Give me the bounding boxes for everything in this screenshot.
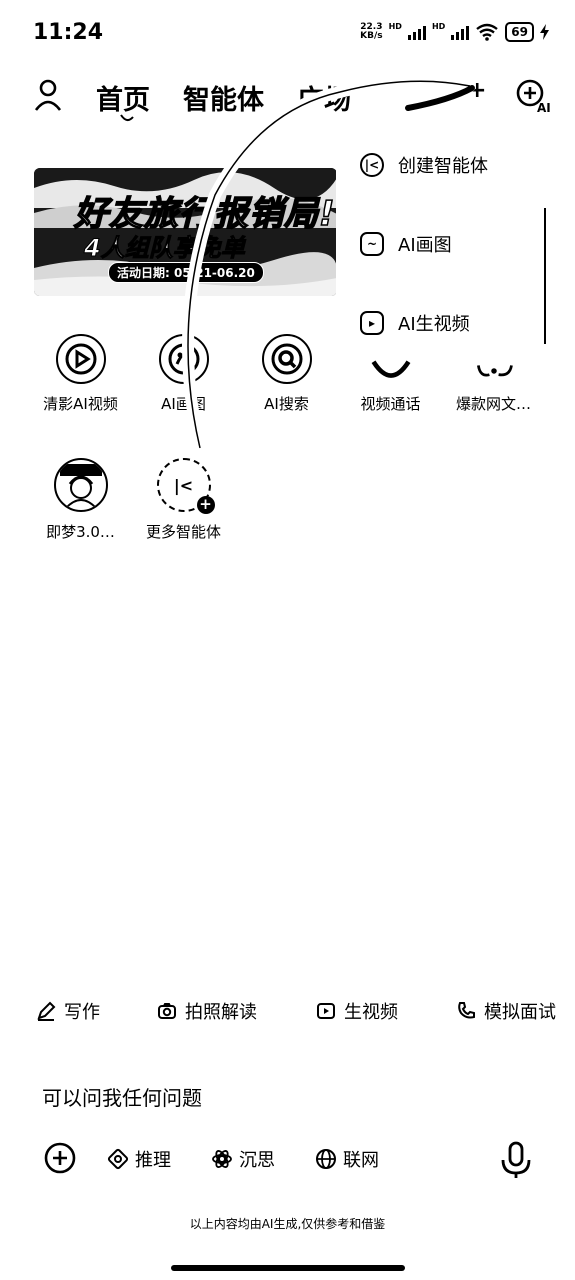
hd-label: HD (388, 21, 402, 31)
chat-input[interactable]: 可以问我任何问题 (42, 1082, 202, 1111)
chip-label: 生视频 (344, 1002, 398, 1023)
agent-qingying-video[interactable]: 清影AI视频 (28, 334, 133, 414)
agent-label: 爆款网文… (455, 395, 531, 413)
charging-icon (540, 24, 549, 40)
network-speed: 22.3 KB/s (360, 23, 382, 41)
tool-web-search[interactable]: 联网 (315, 1146, 379, 1172)
tab-home[interactable]: 首页 (96, 78, 150, 117)
signal-icon (407, 24, 426, 40)
agent-label: 清影AI视频 (43, 395, 118, 413)
globe-icon (316, 1149, 336, 1169)
status-indicators: 22.3 KB/s HD HD 69 (360, 22, 549, 42)
menu-item-label: 创建智能体 (398, 156, 488, 177)
chip-label: 拍照解读 (185, 1002, 257, 1023)
banner-date: 活动日期: 05.21-06.20 (108, 262, 264, 283)
add-attachment-icon[interactable] (44, 1142, 76, 1174)
tab-home-indicator (120, 114, 134, 121)
create-menu: |< 创建智能体 ~ AI画图 ▸ AI生视频 (336, 124, 575, 354)
battery-indicator: 69 (505, 22, 534, 42)
paint-icon (158, 334, 209, 384)
tool-reasoning[interactable]: 推理 (107, 1146, 171, 1172)
agent-label: 更多智能体 (145, 523, 221, 541)
network-speed-unit: KB/s (360, 31, 383, 41)
play-icon (55, 334, 106, 384)
hd-label-2: HD (431, 21, 446, 31)
status-time: 11:24 (33, 20, 104, 45)
menu-item-create-agent[interactable]: |< 创建智能体 (360, 152, 488, 178)
chip-mock-interview[interactable]: 模拟面试 (456, 998, 556, 1024)
chip-label: 模拟面试 (484, 1002, 556, 1023)
tool-deep-think[interactable]: 沉思 (211, 1146, 275, 1172)
menu-item-label: AI画图 (398, 235, 452, 256)
video-icon (317, 1003, 335, 1019)
promo-banner[interactable]: 好友旅行报销局! 4人组队享免单 活动日期: 05.21-06.20 (34, 168, 337, 296)
agent-label: 视频通话 (360, 395, 421, 413)
svg-text:AI: AI (537, 101, 551, 114)
agent-create-icon: |< (360, 153, 384, 177)
chip-generate-video[interactable]: 生视频 (316, 998, 398, 1024)
chip-label: 写作 (64, 1002, 100, 1023)
video-icon: ▸ (360, 311, 384, 335)
banner-subtitle: 4人组队享免单 (84, 234, 246, 263)
tool-label: 联网 (343, 1150, 379, 1171)
tab-agents[interactable]: 智能体 (183, 78, 264, 117)
menu-item-label: AI生视频 (398, 314, 470, 335)
tab-square[interactable]: 广场 (297, 78, 352, 117)
microphone-icon[interactable] (498, 1140, 534, 1180)
menu-item-ai-paint[interactable]: ~ AI画图 (360, 231, 452, 257)
pen-icon (37, 1001, 56, 1021)
think-icon (212, 1150, 232, 1168)
signal-icon-2 (451, 24, 470, 40)
tool-label: 沉思 (239, 1150, 275, 1171)
agent-more[interactable]: |< + 更多智能体 (131, 458, 236, 542)
search-icon (261, 334, 312, 384)
agent-label: AI搜索 (264, 395, 309, 413)
plus-button[interactable]: + (468, 78, 486, 103)
image-icon: ~ (360, 232, 384, 256)
tool-label: 推理 (135, 1150, 171, 1171)
ai-create-icon[interactable]: AI (515, 78, 551, 114)
ai-disclaimer: 以上内容均由AI生成,仅供参考和借鉴 (189, 1217, 386, 1231)
avatar-icon (53, 458, 108, 512)
chip-writing[interactable]: 写作 (36, 998, 100, 1024)
home-indicator[interactable] (171, 1265, 405, 1271)
chip-photo-interpret[interactable]: 拍照解读 (157, 998, 257, 1024)
wifi-icon (476, 23, 499, 41)
agent-jimeng[interactable]: 即梦3.0… (28, 458, 133, 542)
agent-label: 即梦3.0… (46, 523, 115, 541)
more-agents-icon: |< + (156, 458, 215, 514)
menu-scrollbar[interactable] (544, 208, 546, 344)
agent-ai-paint[interactable]: AI画图 (131, 334, 236, 414)
user-profile-icon[interactable] (33, 78, 63, 112)
agent-label: AI画图 (161, 395, 206, 413)
menu-item-ai-video[interactable]: ▸ AI生视频 (360, 310, 470, 336)
phone-icon (458, 1002, 475, 1019)
reasoning-icon (107, 1148, 129, 1170)
agent-ai-search[interactable]: AI搜索 (234, 334, 339, 414)
camera-icon (158, 1003, 176, 1019)
